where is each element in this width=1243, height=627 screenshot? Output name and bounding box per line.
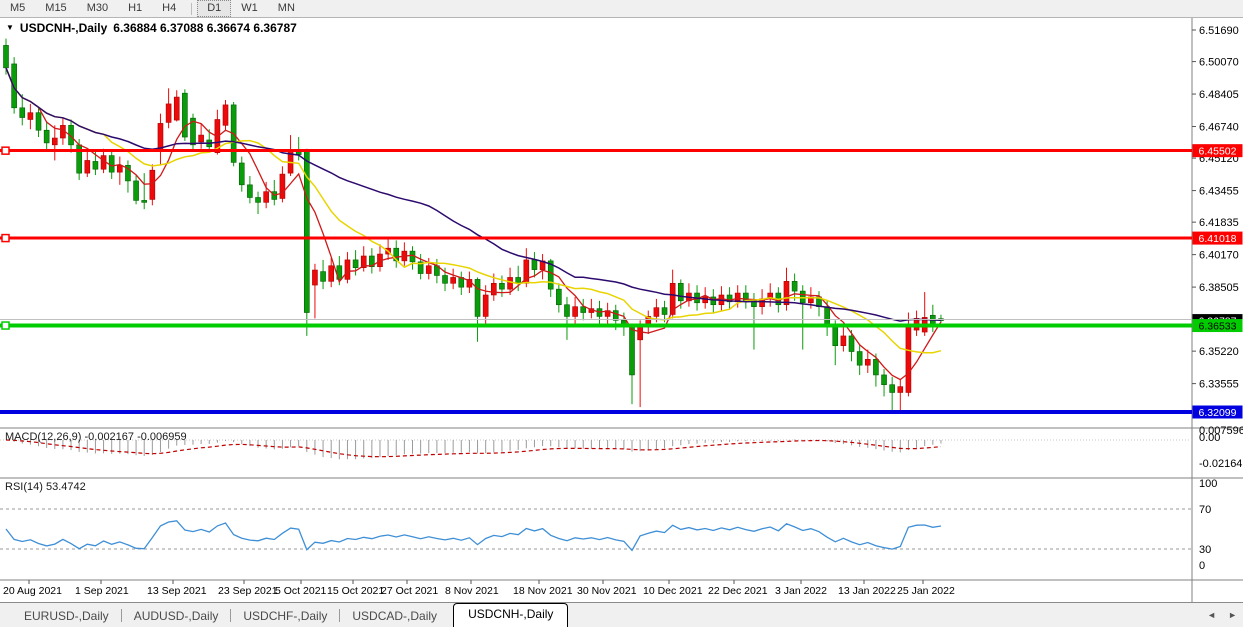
svg-text:6.36533: 6.36533 (1199, 321, 1237, 333)
svg-text:23 Sep 2021: 23 Sep 2021 (218, 585, 278, 597)
tab-scroll-right-icon[interactable]: ► (1228, 610, 1237, 620)
svg-text:100: 100 (1199, 478, 1217, 490)
macd-values: -0.002167 -0.006959 (84, 431, 186, 443)
svg-text:20 Aug 2021: 20 Aug 2021 (3, 585, 62, 597)
svg-text:25 Jan 2022: 25 Jan 2022 (897, 585, 955, 597)
chart-tabbar: EURUSD-,DailyAUDUSD-,DailyUSDCHF-,DailyU… (0, 602, 1243, 627)
chevron-down-icon[interactable]: ▼ (6, 23, 14, 32)
timeframe-button-w1[interactable]: W1 (231, 0, 268, 17)
rsi-name: RSI(14) (5, 481, 43, 493)
timeframe-button-m30[interactable]: M30 (77, 0, 118, 17)
timeframe-button-m5[interactable]: M5 (0, 0, 35, 17)
svg-text:6.45502: 6.45502 (1199, 146, 1237, 158)
tab-scroll-left-icon[interactable]: ◄ (1207, 610, 1216, 620)
tab-scroll-arrows: ◄ ► (1207, 610, 1237, 620)
chart-title-overlay: ▼ USDCNH-,Daily 6.36884 6.37088 6.36674 … (6, 21, 297, 35)
svg-text:13 Sep 2021: 13 Sep 2021 (147, 585, 207, 597)
svg-text:5 Oct 2021: 5 Oct 2021 (275, 585, 327, 597)
tab-usdchfdaily[interactable]: USDCHF-,Daily (233, 606, 337, 627)
tab-separator (339, 609, 340, 622)
svg-text:10 Dec 2021: 10 Dec 2021 (643, 585, 703, 597)
tab-separator (121, 609, 122, 622)
svg-text:27 Oct 2021: 27 Oct 2021 (381, 585, 438, 597)
chart-canvas[interactable]: 6.516906.500706.484056.467406.451206.434… (0, 18, 1243, 602)
timeframe-button-m15[interactable]: M15 (35, 0, 76, 17)
chart-ohlc-values: 6.36884 6.37088 6.36674 6.36787 (113, 21, 297, 35)
tab-eurusddaily[interactable]: EURUSD-,Daily (14, 606, 119, 627)
svg-text:6.40170: 6.40170 (1199, 250, 1239, 262)
timeframe-button-h4[interactable]: H4 (152, 0, 186, 17)
svg-text:6.48405: 6.48405 (1199, 89, 1239, 101)
timeframe-button-h1[interactable]: H1 (118, 0, 152, 17)
toolbar-separator (191, 3, 192, 15)
tab-usdcaddaily[interactable]: USDCAD-,Daily (342, 606, 447, 627)
svg-text:0.00: 0.00 (1199, 432, 1220, 444)
svg-text:6.38505: 6.38505 (1199, 282, 1239, 294)
rsi-layer: 100 70 30 0 (6, 478, 1217, 572)
timeframe-button-mn[interactable]: MN (268, 0, 305, 17)
timeframe-button-d1[interactable]: D1 (197, 0, 231, 17)
svg-text:6.35220: 6.35220 (1199, 346, 1239, 358)
macd-name: MACD(12,26,9) (5, 431, 81, 443)
macd-indicator-label: MACD(12,26,9) -0.002167 -0.006959 (5, 431, 187, 443)
svg-text:30: 30 (1199, 544, 1211, 556)
svg-text:3 Jan 2022: 3 Jan 2022 (775, 585, 827, 597)
mt4-window: M5M15M30H1H4 D1W1MN 6.51690 6.50070 6.48405… (0, 0, 1243, 627)
tab-separator (230, 609, 231, 622)
chart-window[interactable]: 6.516906.500706.484056.467406.451206.434… (0, 18, 1243, 602)
timeframe-toolbar: M5M15M30H1H4 D1W1MN (0, 0, 1243, 18)
macd-layer: 0.0075960.00-0.02164 (6, 425, 1243, 470)
tab-usdcnhdaily[interactable]: USDCNH-,Daily (453, 603, 568, 627)
svg-text:18 Nov 2021: 18 Nov 2021 (513, 585, 573, 597)
svg-text:6.46740: 6.46740 (1199, 122, 1239, 134)
rsi-value: 53.4742 (46, 481, 86, 493)
chart-symbol-label: USDCNH-,Daily (20, 21, 107, 35)
svg-text:6.43455: 6.43455 (1199, 186, 1239, 198)
svg-text:0: 0 (1199, 560, 1205, 572)
rsi-indicator-label: RSI(14) 53.4742 (5, 481, 86, 493)
date-axis: 20 Aug 2021 1 Sep 2021 13 Sep 2021 23 Sep 2… (3, 580, 955, 597)
moving-averages-layer (6, 68, 941, 380)
svg-text:8 Nov 2021: 8 Nov 2021 (445, 585, 499, 597)
svg-text:-0.02164: -0.02164 (1199, 458, 1242, 470)
svg-text:6.41018: 6.41018 (1199, 233, 1237, 245)
svg-text:30 Nov 2021: 30 Nov 2021 (577, 585, 637, 597)
svg-text:6.50070: 6.50070 (1199, 57, 1239, 69)
svg-text:6.33555: 6.33555 (1199, 379, 1239, 391)
svg-text:6.51690: 6.51690 (1199, 25, 1239, 37)
candles-layer (4, 39, 944, 411)
price-axis: 6.516906.500706.484056.467406.451206.434… (1192, 25, 1243, 419)
svg-text:15 Oct 2021: 15 Oct 2021 (327, 585, 384, 597)
svg-text:70: 70 (1199, 504, 1211, 516)
svg-text:6.41835: 6.41835 (1199, 217, 1239, 229)
tab-audusddaily[interactable]: AUDUSD-,Daily (124, 606, 229, 627)
svg-text:6.32099: 6.32099 (1199, 407, 1237, 419)
svg-text:13 Jan 2022: 13 Jan 2022 (838, 585, 896, 597)
svg-text:22 Dec 2021: 22 Dec 2021 (708, 585, 768, 597)
svg-text:1 Sep 2021: 1 Sep 2021 (75, 585, 129, 597)
